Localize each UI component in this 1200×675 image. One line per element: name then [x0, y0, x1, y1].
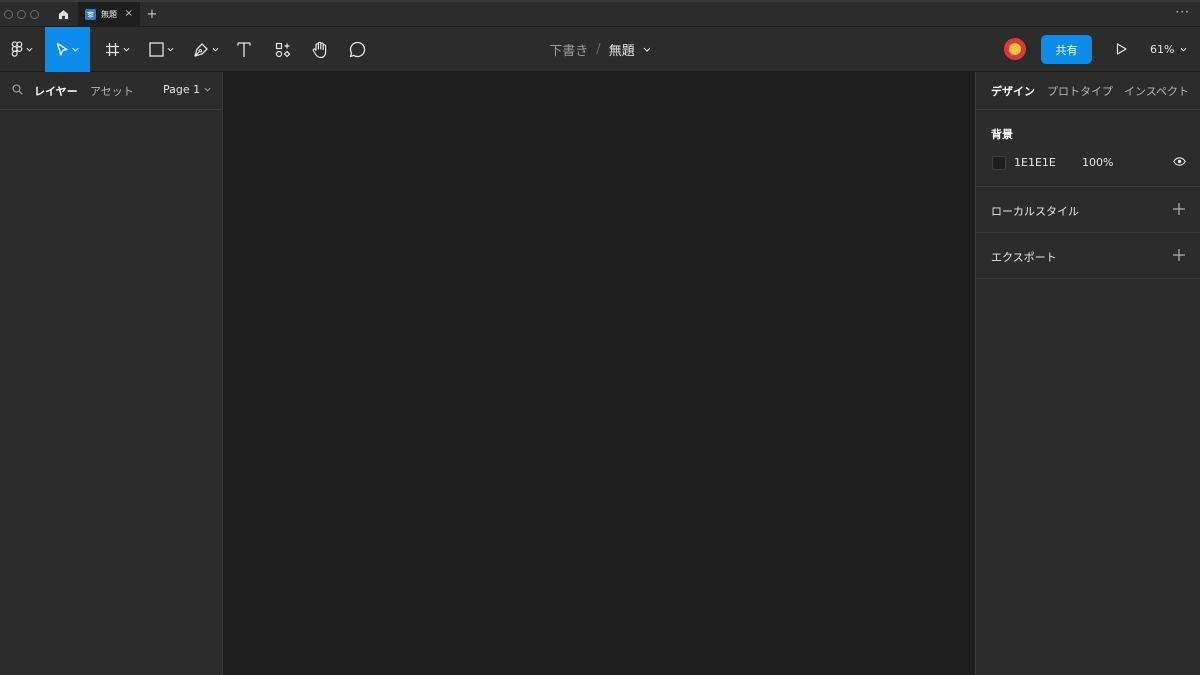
hand-icon [312, 41, 326, 58]
tab-layers[interactable]: レイヤー [34, 83, 78, 99]
more-options-icon[interactable]: ··· [1176, 5, 1190, 19]
chevron-down-icon [204, 87, 211, 92]
local-styles-heading: ローカルスタイル [991, 205, 1079, 218]
background-opacity-value[interactable]: 100% [1082, 156, 1113, 169]
comment-icon [349, 41, 365, 58]
local-styles-section: ローカルスタイル [976, 187, 1200, 233]
main-menu-button[interactable] [4, 27, 40, 72]
window-minimize-dot[interactable] [17, 10, 26, 19]
file-tab[interactable]: 無題 × [78, 2, 140, 27]
home-button[interactable] [48, 2, 78, 27]
tab-design[interactable]: デザイン [991, 83, 1035, 99]
tab-assets[interactable]: アセット [90, 83, 134, 99]
background-color-swatch[interactable] [992, 156, 1006, 170]
resources-tool[interactable] [268, 27, 298, 72]
layers-panel: レイヤー アセット Page 1 [0, 72, 223, 675]
background-heading: 背景 [991, 128, 1013, 141]
components-icon [275, 42, 291, 57]
plus-icon[interactable] [1172, 248, 1186, 262]
avatar-image [1009, 43, 1021, 55]
chevron-down-icon [123, 47, 129, 52]
right-panel-tabs: デザイン プロトタイプ インスペクト [976, 72, 1200, 110]
frame-icon [105, 43, 119, 56]
text-icon [237, 41, 251, 57]
chevron-down-icon[interactable] [643, 47, 651, 52]
text-tool[interactable] [231, 27, 257, 72]
tab-inspect[interactable]: インスペクト [1124, 83, 1189, 99]
zoom-dropdown[interactable]: 61% [1150, 38, 1187, 60]
rectangle-icon [148, 42, 164, 57]
file-name[interactable]: 無題 [609, 40, 635, 59]
export-section: エクスポート [976, 233, 1200, 279]
plus-icon[interactable] [1172, 202, 1186, 216]
file-tab-title: 無題 [101, 10, 117, 19]
left-panel-tabs: レイヤー アセット Page 1 [0, 72, 222, 110]
background-hex-value[interactable]: 1E1E1E [1014, 156, 1056, 169]
window-close-dot[interactable] [4, 10, 13, 19]
close-tab-icon[interactable]: × [125, 8, 133, 20]
search-icon[interactable] [12, 84, 23, 98]
page-selector[interactable]: Page 1 [163, 83, 211, 96]
hand-tool[interactable] [306, 27, 334, 72]
present-button[interactable] [1110, 38, 1132, 60]
frame-tool[interactable] [98, 27, 136, 72]
comment-tool[interactable] [344, 27, 370, 72]
page-selector-label: Page 1 [163, 83, 201, 96]
pen-tool[interactable] [187, 27, 225, 72]
chevron-down-icon [167, 47, 173, 52]
figma-file-icon [85, 9, 96, 20]
play-icon [1116, 43, 1127, 55]
window-zoom-dot[interactable] [30, 10, 39, 19]
chevron-down-icon [212, 47, 219, 52]
breadcrumb-drafts[interactable]: 下書き [549, 40, 588, 59]
avatar[interactable] [1004, 38, 1026, 60]
cursor-arrow-icon [56, 42, 68, 56]
chevron-down-icon [1180, 47, 1187, 52]
canvas[interactable] [223, 72, 975, 675]
figma-logo-icon [11, 41, 23, 57]
properties-panel: デザイン プロトタイプ インスペクト 背景 1E1E1E 100% ローカルスタ… [975, 72, 1200, 675]
chevron-down-icon [26, 47, 33, 52]
eye-icon[interactable] [1173, 156, 1186, 169]
tab-prototype[interactable]: プロトタイプ [1047, 83, 1113, 99]
share-button[interactable]: 共有 [1041, 35, 1092, 64]
new-tab-button[interactable]: + [144, 4, 160, 24]
pen-icon [194, 42, 208, 57]
chevron-down-icon [72, 47, 79, 52]
home-icon [58, 10, 68, 20]
move-tool[interactable] [45, 27, 90, 72]
zoom-level: 61% [1150, 42, 1175, 56]
tab-bar: 無題 × + ··· [0, 0, 1200, 27]
toolbar: 下書き / 無題 共有 61% [0, 27, 1200, 72]
shape-tool[interactable] [143, 27, 179, 72]
export-heading: エクスポート [991, 251, 1057, 264]
background-section: 背景 1E1E1E 100% [976, 110, 1200, 187]
breadcrumb-separator: / [596, 42, 601, 57]
